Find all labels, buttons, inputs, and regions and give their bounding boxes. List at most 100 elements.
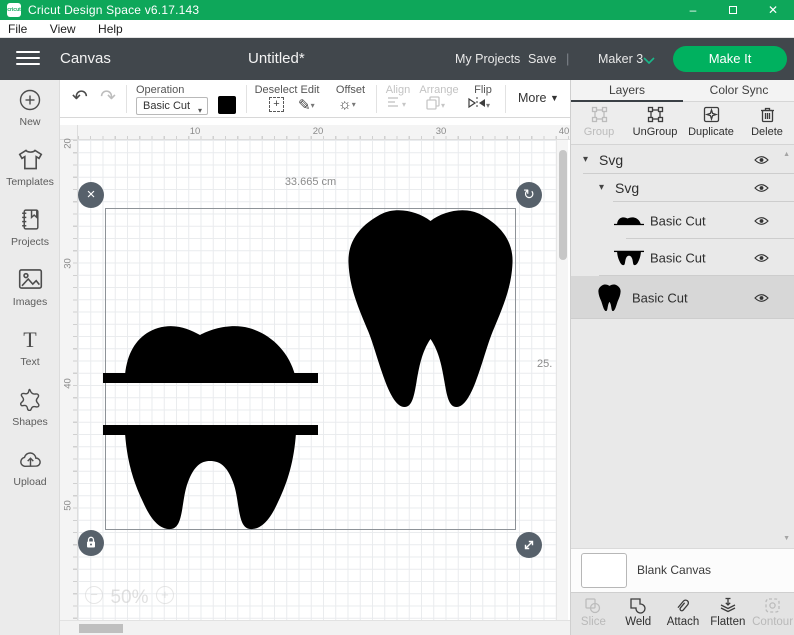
duplicate-button[interactable]: Duplicate — [683, 102, 739, 144]
color-swatch[interactable] — [218, 96, 236, 114]
star-shape-icon — [18, 388, 42, 411]
resize-handle[interactable] — [516, 532, 542, 558]
minimize-button[interactable]: – — [680, 0, 706, 20]
make-it-button[interactable]: Make It — [673, 46, 787, 72]
close-button[interactable]: ✕ — [760, 0, 786, 20]
sidebar-label: Templates — [0, 176, 60, 188]
offset-label: Offset — [328, 84, 373, 96]
document-title[interactable]: Untitled* — [248, 50, 305, 67]
redo-icon: ↷ — [100, 86, 116, 109]
visibility-eye-icon[interactable] — [754, 253, 769, 263]
left-sidebar: New Templates Projects Images T Text Sha… — [0, 80, 60, 635]
ruler-tick-label: 30 — [431, 126, 451, 137]
visibility-eye-icon[interactable] — [754, 155, 769, 165]
more-label: More — [518, 91, 546, 105]
edit-toolbar: ↶ ↷ Operation Basic Cut ▾ Deselect + Edi… — [60, 80, 570, 118]
attach-button[interactable]: Attach — [661, 593, 706, 635]
slice-icon — [584, 597, 602, 614]
group-icon — [591, 106, 608, 123]
weld-button[interactable]: Weld — [616, 593, 661, 635]
duplicate-label: Duplicate — [683, 126, 739, 138]
horizontal-scrollbar-thumb[interactable] — [79, 624, 123, 633]
layer-row-basic-cut-full[interactable]: Basic Cut — [571, 276, 794, 319]
ruler-tick-label: 10 — [185, 126, 205, 137]
operation-dropdown[interactable]: Basic Cut ▾ — [136, 97, 208, 115]
layer-row-basic-cut-roots[interactable]: Basic Cut — [571, 239, 794, 276]
vertical-scrollbar[interactable] — [556, 140, 568, 620]
selection-width-label: 33.665 cm — [105, 176, 516, 188]
plus-circle-icon — [18, 88, 42, 112]
horizontal-scrollbar[interactable] — [60, 620, 570, 635]
undo-icon[interactable]: ↶ — [72, 86, 88, 109]
zoom-out-button[interactable]: − — [85, 586, 103, 604]
machine-selector[interactable]: Maker 3 — [598, 52, 643, 66]
sidebar-label: Projects — [0, 236, 60, 248]
offset-icon[interactable]: ☼▾ — [338, 96, 356, 113]
delete-selection-handle[interactable]: × — [78, 182, 104, 208]
tooth-roots-shape[interactable] — [103, 425, 318, 530]
panel-footer-actions: Slice Weld Attach Flatten Contour — [571, 592, 794, 635]
collapse-triangle-icon[interactable]: ▾ — [583, 153, 588, 164]
ungroup-button[interactable]: UnGroup — [627, 102, 683, 144]
trash-icon — [760, 106, 775, 123]
ruler-tick-label: 40 — [63, 374, 74, 394]
hamburger-menu-icon[interactable] — [16, 51, 40, 67]
flatten-button[interactable]: Flatten — [705, 593, 750, 635]
ungroup-icon — [647, 106, 664, 123]
selection-height-label: 25. — [537, 358, 552, 370]
layer-row-svg-root[interactable]: ▾ Svg — [571, 145, 794, 174]
layer-thumbnail — [614, 215, 644, 226]
blank-canvas-row[interactable]: Blank Canvas — [571, 548, 794, 592]
ruler-tick-label: 30 — [63, 254, 74, 274]
sidebar-item-shapes[interactable]: Shapes — [0, 380, 60, 440]
ruler-tick-label: 20 — [63, 134, 74, 154]
flip-icon[interactable]: ▾ — [468, 96, 490, 114]
sidebar-item-upload[interactable]: Upload — [0, 440, 60, 500]
tab-layers[interactable]: Layers — [571, 80, 683, 102]
my-projects-link[interactable]: My Projects — [455, 52, 520, 66]
edit-icon[interactable]: ✎▾ — [298, 96, 315, 114]
sidebar-item-images[interactable]: Images — [0, 260, 60, 320]
ruler-tick-label: 50 — [63, 496, 74, 516]
chevron-down-icon[interactable] — [643, 57, 655, 64]
design-canvas[interactable]: 10 20 30 40 20 30 40 50 33.665 cm 25. × … — [60, 118, 570, 635]
tab-color-sync[interactable]: Color Sync — [683, 80, 794, 102]
resize-arrows-icon — [522, 538, 536, 552]
rotate-handle[interactable]: ↻ — [516, 182, 542, 208]
visibility-eye-icon[interactable] — [754, 183, 769, 193]
sidebar-item-text[interactable]: T Text — [0, 320, 60, 380]
align-icon: ▾ — [387, 96, 406, 113]
vertical-scrollbar-thumb[interactable] — [559, 150, 567, 260]
sidebar-item-templates[interactable]: Templates — [0, 140, 60, 200]
layer-action-bar: Group UnGroup Duplicate Delete — [571, 102, 794, 145]
menu-file[interactable]: File — [8, 20, 27, 38]
toolbar-separator — [126, 85, 127, 113]
save-link[interactable]: Save — [528, 52, 557, 66]
sidebar-item-new[interactable]: New — [0, 80, 60, 140]
zoom-in-button[interactable]: + — [156, 586, 174, 604]
menu-help[interactable]: Help — [98, 20, 123, 38]
delete-button[interactable]: Delete — [739, 102, 794, 144]
collapse-triangle-icon[interactable]: ▾ — [599, 182, 604, 193]
visibility-eye-icon[interactable] — [754, 216, 769, 226]
layer-row-svg-child[interactable]: ▾ Svg — [571, 174, 794, 202]
ruler-tick-label: 20 — [308, 126, 328, 137]
menu-view[interactable]: View — [50, 20, 76, 38]
row-separator — [571, 318, 794, 319]
deselect-icon[interactable]: + — [269, 97, 284, 112]
canvas-nav-label[interactable]: Canvas — [60, 50, 111, 67]
canvas-color-swatch[interactable] — [581, 553, 627, 588]
scroll-down-icon[interactable]: ▼ — [783, 535, 790, 542]
arrange-label: Arrange — [415, 84, 463, 96]
layer-row-basic-cut-crown[interactable]: Basic Cut — [571, 202, 794, 239]
lock-handle[interactable] — [78, 530, 104, 556]
sidebar-item-projects[interactable]: Projects — [0, 200, 60, 260]
toolbar-separator — [376, 85, 377, 113]
ruler-tick-label: 40 — [554, 126, 570, 137]
more-button[interactable]: More ▼ — [518, 91, 559, 105]
maximize-button[interactable] — [720, 0, 746, 20]
visibility-eye-icon[interactable] — [754, 293, 769, 303]
tooth-crown-shape[interactable] — [103, 322, 318, 383]
tooth-full-shape[interactable] — [345, 208, 516, 413]
layer-thumbnail — [598, 284, 621, 312]
